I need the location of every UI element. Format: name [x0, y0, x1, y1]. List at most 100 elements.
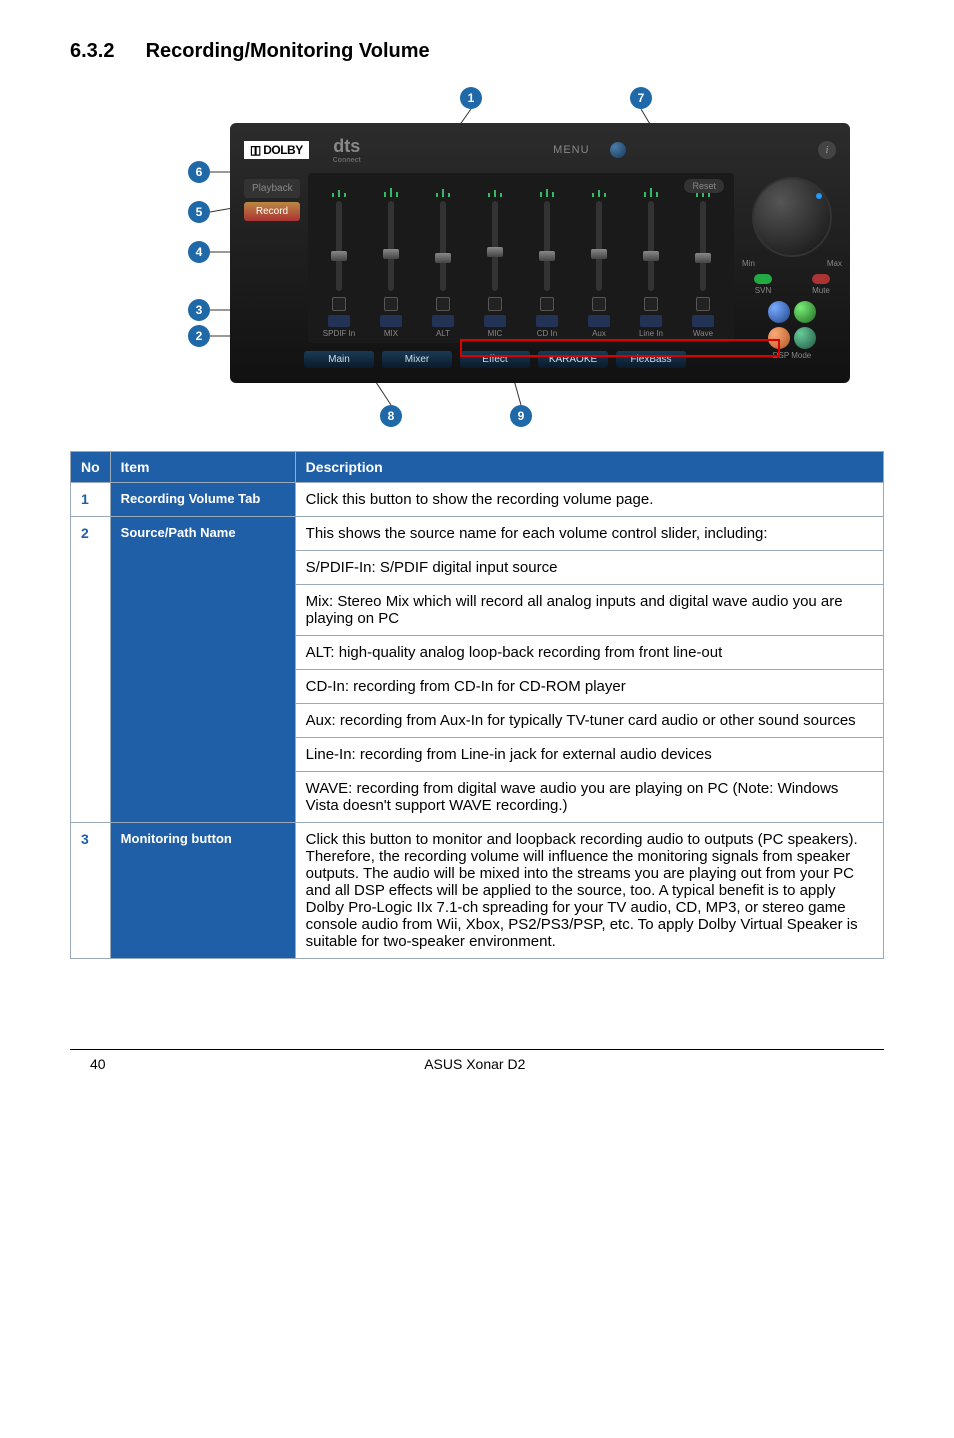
channel-icon[interactable] [380, 315, 402, 327]
info-button[interactable]: i [818, 141, 836, 159]
cell-desc: This shows the source name for each volu… [295, 517, 883, 551]
dolby-dd-icon: ▯▯ [250, 143, 259, 157]
mute-checkbox[interactable] [332, 297, 346, 311]
volume-slider[interactable] [388, 201, 394, 291]
callout-2: 2 [188, 325, 210, 347]
mute-checkbox[interactable] [592, 297, 606, 311]
callout-4: 4 [188, 241, 210, 263]
description-table: No Item Description 1 Recording Volume T… [70, 451, 884, 959]
table-row: 1 Recording Volume Tab Click this button… [71, 483, 884, 517]
svn-toggle[interactable] [754, 274, 772, 284]
reset-button[interactable]: Reset [684, 179, 724, 193]
slider-col: MIC [472, 183, 518, 339]
channel-label: ALT [436, 329, 450, 339]
dts-text: dts [333, 136, 360, 157]
cell-no: 3 [71, 823, 111, 959]
level-meter [644, 183, 658, 197]
min-label: Min [742, 259, 755, 268]
tab-mixer[interactable]: Mixer [382, 351, 452, 368]
channel-icon[interactable] [432, 315, 454, 327]
callout-3: 3 [188, 299, 210, 321]
page-footer: 40 ASUS Xonar D2 [70, 1049, 884, 1072]
mute-checkbox[interactable] [436, 297, 450, 311]
cell-desc: S/PDIF-In: S/PDIF digital input source [295, 551, 883, 585]
callout-5: 5 [188, 201, 210, 223]
max-label: Max [827, 259, 842, 268]
page-number: 40 [90, 1056, 106, 1072]
cell-no: 2 [71, 517, 111, 823]
volume-slider[interactable] [544, 201, 550, 291]
cell-desc: Mix: Stereo Mix which will record all an… [295, 585, 883, 636]
volume-slider[interactable] [492, 201, 498, 291]
vertical-tabs: Playback Record [244, 173, 300, 343]
channel-label: MIX [384, 329, 398, 339]
menu-button[interactable] [610, 142, 626, 158]
master-column: Min Max SVN Mute [742, 173, 842, 343]
slider-col: Wave [680, 183, 726, 339]
svn-label: SVN [755, 286, 771, 295]
callout-6: 6 [188, 161, 210, 183]
dts-logo: dts Connect [333, 136, 361, 164]
callout-1: 1 [460, 87, 482, 109]
slider-col: ALT [420, 183, 466, 339]
master-volume-knob[interactable] [752, 177, 832, 257]
volume-slider[interactable] [648, 201, 654, 291]
mute-checkbox[interactable] [644, 297, 658, 311]
master-knob-area: Min Max SVN Mute [742, 177, 842, 295]
volume-slider[interactable] [440, 201, 446, 291]
highlight-box-labels [460, 339, 780, 357]
cell-item: Monitoring button [110, 823, 295, 959]
mixer-body: Playback Record Reset SPDIF In [244, 173, 836, 343]
audio-control-panel: ▯▯ DOLBY dts Connect MENU i Playback Rec… [230, 123, 850, 383]
slider-col: MIX [368, 183, 414, 339]
channel-icon[interactable] [640, 315, 662, 327]
volume-slider[interactable] [596, 201, 602, 291]
channel-label: MIC [488, 329, 503, 339]
level-meter [384, 183, 398, 197]
cell-desc: WAVE: recording from digital wave audio … [295, 772, 883, 823]
tab-playback[interactable]: Playback [244, 179, 300, 198]
channel-icon[interactable] [484, 315, 506, 327]
cell-no: 1 [71, 483, 111, 517]
header-no: No [71, 452, 111, 483]
channel-label: Wave [693, 329, 713, 339]
mute-checkbox[interactable] [488, 297, 502, 311]
slider-col: SPDIF In [316, 183, 362, 339]
mute-toggle[interactable] [812, 274, 830, 284]
callout-8: 8 [380, 405, 402, 427]
volume-slider[interactable] [336, 201, 342, 291]
section-heading: 6.3.2 Recording/Monitoring Volume [70, 40, 884, 63]
level-meter [488, 183, 502, 197]
slider-col: Aux [576, 183, 622, 339]
mute-checkbox[interactable] [696, 297, 710, 311]
cell-desc: Aux: recording from Aux-In for typically… [295, 704, 883, 738]
level-meter [332, 183, 346, 197]
table-header-row: No Item Description [71, 452, 884, 483]
dsp-mode-1[interactable] [768, 301, 790, 323]
volume-slider[interactable] [700, 201, 706, 291]
level-meter [436, 183, 450, 197]
tab-main[interactable]: Main [304, 351, 374, 368]
menu-label: MENU [553, 144, 589, 156]
slider-col: CD In [524, 183, 570, 339]
channel-icon[interactable] [588, 315, 610, 327]
mute-checkbox[interactable] [384, 297, 398, 311]
channel-icon[interactable] [692, 315, 714, 327]
dolby-logo: ▯▯ DOLBY [244, 141, 309, 159]
header-item: Item [110, 452, 295, 483]
section-title: Recording/Monitoring Volume [146, 40, 430, 62]
dolby-text: DOLBY [263, 143, 303, 157]
table-row: 2 Source/Path Name This shows the source… [71, 517, 884, 551]
channel-label: SPDIF In [323, 329, 355, 339]
min-max-labels: Min Max [742, 259, 842, 268]
tab-record[interactable]: Record [244, 202, 300, 221]
cell-desc: Line-In: recording from Line-in jack for… [295, 738, 883, 772]
dsp-mode-4[interactable] [794, 327, 816, 349]
channel-label: Line In [639, 329, 663, 339]
dsp-mode-2[interactable] [794, 301, 816, 323]
level-meter [592, 183, 606, 197]
channel-icon[interactable] [536, 315, 558, 327]
table-row: 3 Monitoring button Click this button to… [71, 823, 884, 959]
channel-icon[interactable] [328, 315, 350, 327]
mute-checkbox[interactable] [540, 297, 554, 311]
